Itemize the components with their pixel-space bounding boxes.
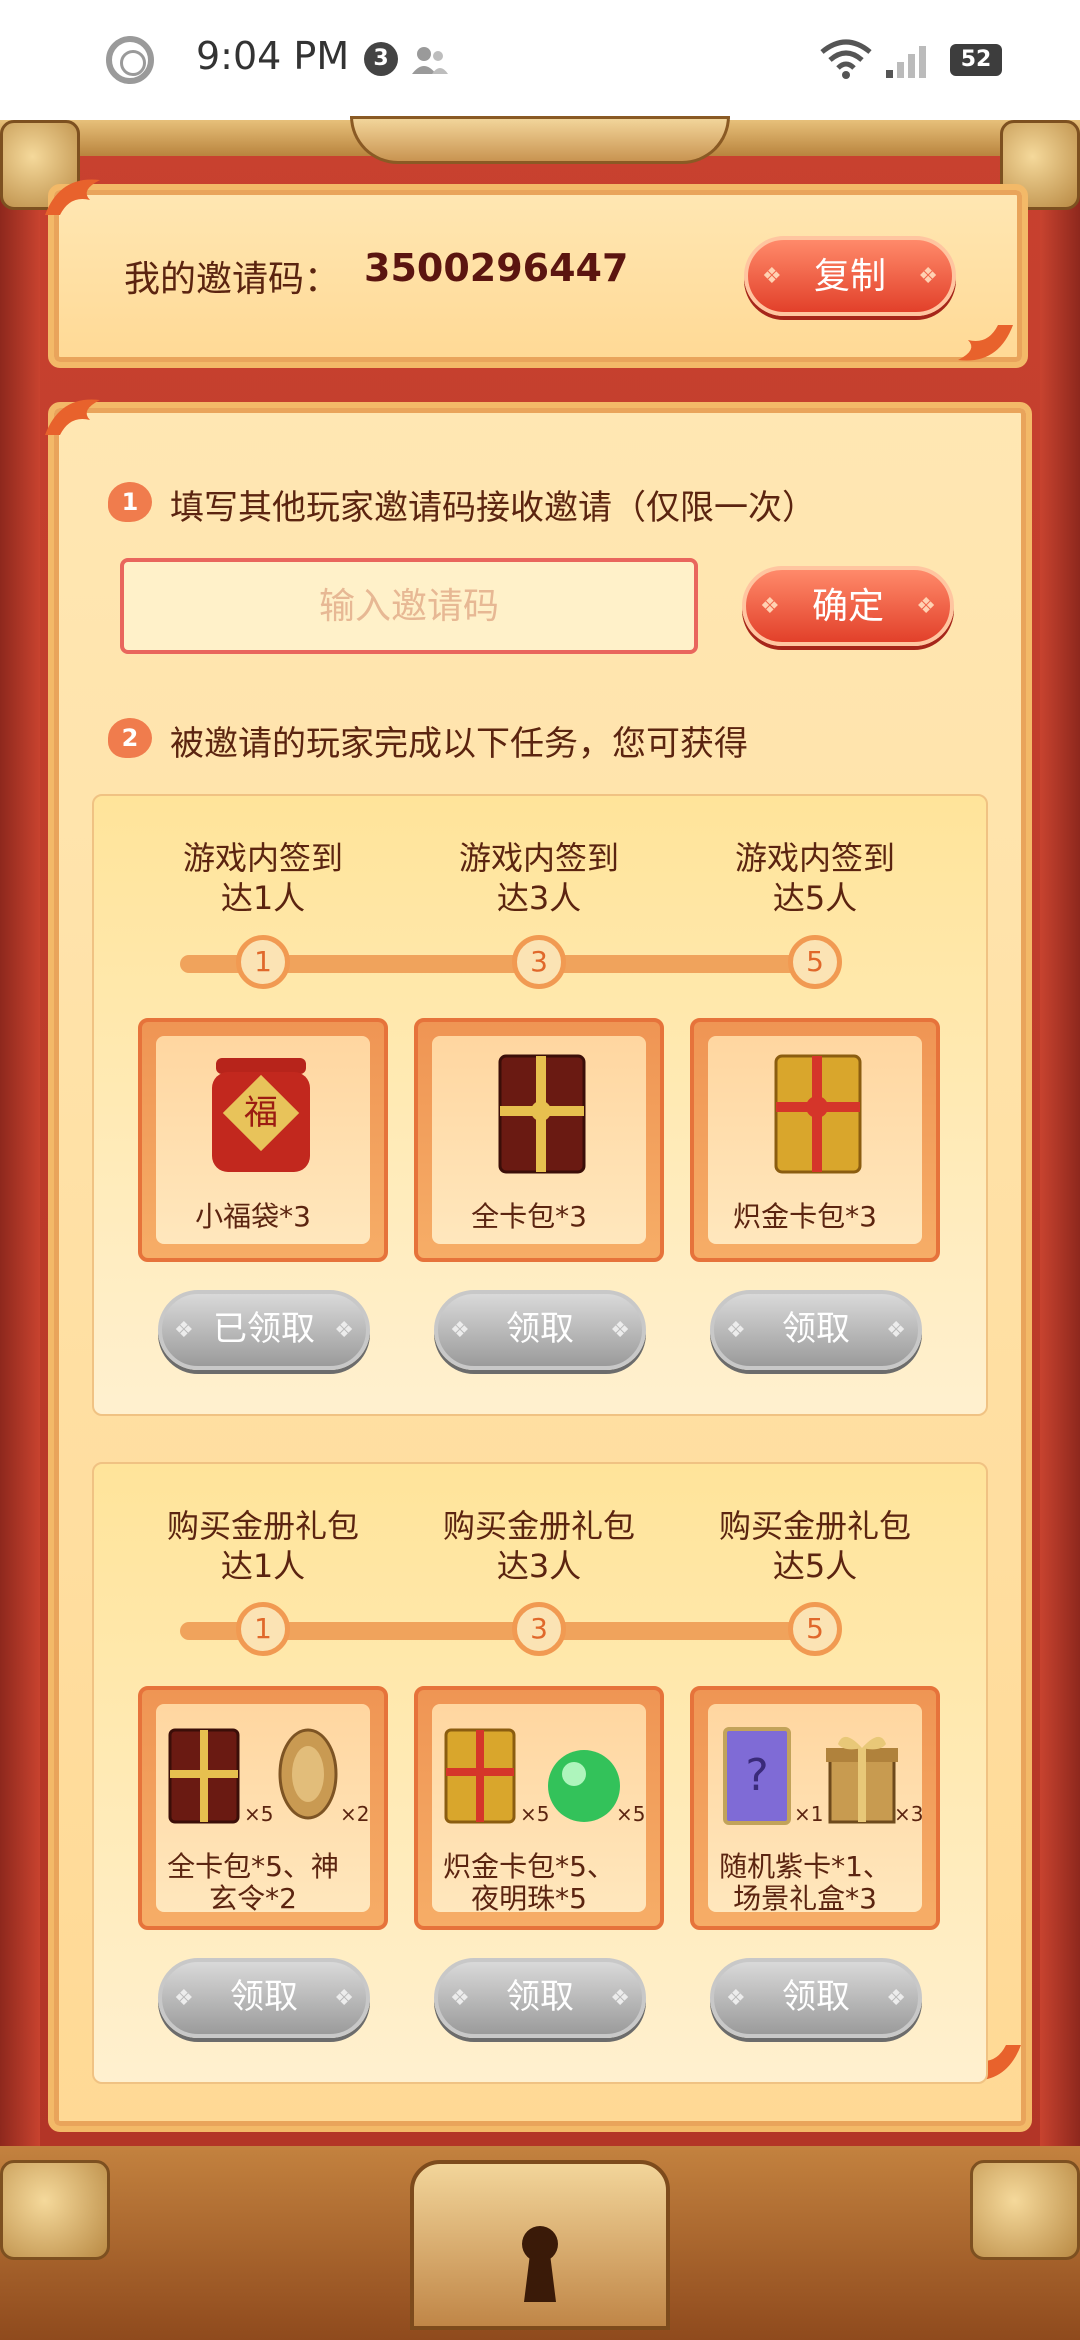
- reward-name: 小福袋*3: [195, 1200, 311, 1233]
- claim-button[interactable]: 领取: [158, 1958, 370, 2038]
- card-pack-icon: [498, 1054, 586, 1174]
- token-icon: [278, 1728, 338, 1820]
- wifi-icon: [820, 39, 872, 79]
- step-number: 2: [108, 718, 152, 758]
- reward-name-line1: 炽金卡包*5、: [443, 1850, 615, 1883]
- pearl-icon: [548, 1750, 620, 1822]
- milestone-target: 达3人: [496, 1547, 582, 1585]
- svg-text:?: ?: [745, 1750, 768, 1801]
- milestone-target: 达1人: [220, 1547, 306, 1585]
- cloud-flame-icon: [958, 325, 1013, 361]
- reward-card: ×5 ×2 全卡包*5、神 玄令*2: [138, 1686, 388, 1930]
- reward-quantity: ×3: [894, 1802, 924, 1826]
- milestone-condition: 游戏内签到: [458, 839, 619, 877]
- milestone-title: 购买金册礼包 达1人: [143, 1506, 383, 1586]
- reward-card: ×5 ×5 炽金卡包*5、 夜明珠*5: [414, 1686, 664, 1930]
- mystery-card-icon: ?: [723, 1727, 791, 1825]
- gold-card-pack-icon: [444, 1728, 516, 1824]
- reward-name: 全卡包*3: [471, 1200, 587, 1233]
- milestone-target: 达3人: [496, 879, 582, 917]
- step1-instruction: 填写其他玩家邀请码接收邀请（仅限一次）: [170, 488, 816, 528]
- milestone-title: 游戏内签到 达3人: [419, 838, 659, 918]
- top-center-ornament: [350, 116, 730, 164]
- progress-node: 3: [512, 935, 566, 989]
- step2-instruction: 被邀请的玩家完成以下任务，您可获得: [170, 724, 748, 764]
- claimed-button[interactable]: 已领取: [158, 1290, 370, 1370]
- reward-name-line2: 场景礼盒*3: [733, 1882, 877, 1915]
- status-time: 9:04 PM: [196, 34, 350, 78]
- reward-name-line1: 全卡包*5、神: [167, 1850, 339, 1883]
- claim-button[interactable]: 领取: [710, 1290, 922, 1370]
- milestone-title: 游戏内签到 达5人: [695, 838, 935, 918]
- status-bar: 9:04 PM 3 52: [0, 0, 1080, 120]
- gold-card-pack-icon: [774, 1054, 862, 1174]
- reward-name: 炽金卡包*3: [733, 1200, 877, 1233]
- milestone-condition: 游戏内签到: [182, 839, 343, 877]
- progress-node: 1: [236, 1602, 290, 1656]
- person-icon: [412, 47, 448, 74]
- progress-node: 3: [512, 1602, 566, 1656]
- reward-name-line1: 随机紫卡*1、: [719, 1850, 891, 1883]
- confirm-button[interactable]: 确定: [742, 566, 954, 646]
- gift-box-icon: [826, 1736, 898, 1824]
- claim-button[interactable]: 领取: [434, 1290, 646, 1370]
- reward-card: 福 小福袋*3: [138, 1018, 388, 1262]
- cloud-flame-icon: [45, 399, 100, 435]
- progress-node: 5: [788, 1602, 842, 1656]
- signal-icon: [886, 46, 926, 78]
- invite-code-label: 我的邀请码：: [124, 259, 341, 300]
- corner-ornament-bottom-right: [970, 2160, 1080, 2260]
- milestone-title: 购买金册礼包 达5人: [695, 1506, 935, 1586]
- circle-icon: [106, 36, 154, 84]
- reward-name-line2: 玄令*2: [209, 1882, 297, 1915]
- cloud-flame-icon: [45, 179, 100, 215]
- svg-text:福: 福: [244, 1093, 278, 1133]
- reward-quantity: ×5: [616, 1802, 646, 1826]
- corner-ornament-bottom-left: [0, 2160, 110, 2260]
- progress-node: 5: [788, 935, 842, 989]
- milestone-title: 购买金册礼包 达3人: [419, 1506, 659, 1586]
- milestone-condition: 购买金册礼包: [442, 1507, 635, 1545]
- reward-card: ? ×1 ×3 随机紫卡*1、 场景礼盒*3: [690, 1686, 940, 1930]
- invite-code-input[interactable]: [120, 558, 698, 654]
- step-number: 1: [108, 482, 152, 522]
- claim-button[interactable]: 领取: [710, 1958, 922, 2038]
- reward-card: 全卡包*3: [414, 1018, 664, 1262]
- milestone-target: 达1人: [220, 879, 306, 917]
- card-pack-icon: [168, 1728, 240, 1824]
- keyhole-icon: [522, 2226, 558, 2302]
- milestone-target: 达5人: [772, 1547, 858, 1585]
- invite-code-value: 3500296447: [364, 246, 629, 290]
- reward-quantity: ×1: [794, 1802, 824, 1826]
- milestone-target: 达5人: [772, 879, 858, 917]
- reward-quantity: ×5: [244, 1802, 274, 1826]
- milestone-condition: 游戏内签到: [734, 839, 895, 877]
- reward-name-line2: 夜明珠*5: [471, 1882, 587, 1915]
- reward-quantity: ×2: [340, 1802, 370, 1826]
- milestone-condition: 购买金册礼包: [718, 1507, 911, 1545]
- copy-button[interactable]: 复制: [744, 236, 956, 316]
- notification-badge: 3: [364, 42, 398, 76]
- progress-node: 1: [236, 935, 290, 989]
- milestone-condition: 购买金册礼包: [166, 1507, 359, 1545]
- reward-card: 炽金卡包*3: [690, 1018, 940, 1262]
- milestone-title: 游戏内签到 达1人: [143, 838, 383, 918]
- battery-icon: 52: [950, 44, 1002, 76]
- right-pillar: [1040, 156, 1080, 2146]
- claim-button[interactable]: 领取: [434, 1958, 646, 2038]
- left-pillar: [0, 156, 40, 2146]
- lucky-bag-icon: 福: [212, 1058, 310, 1172]
